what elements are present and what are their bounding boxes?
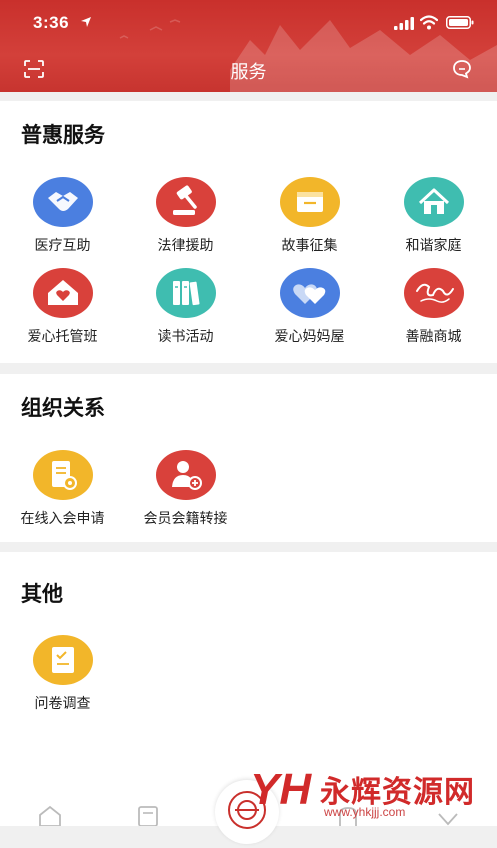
message-icon[interactable] bbox=[452, 59, 472, 79]
section-title: 其他 bbox=[21, 582, 63, 606]
folder-icon bbox=[279, 177, 340, 227]
wifi-icon bbox=[420, 15, 438, 30]
service-label: 和谐家庭 bbox=[405, 238, 462, 254]
page-title: 服务 bbox=[230, 62, 267, 83]
watermark: YH 永辉资源网 www.yhkjjj.com bbox=[250, 765, 490, 825]
other-label: 问卷调查 bbox=[34, 696, 91, 712]
cellular-signal-icon bbox=[394, 17, 414, 30]
heart-house-icon bbox=[32, 268, 93, 318]
news-tab-icon[interactable] bbox=[135, 804, 161, 826]
service-label: 医疗互助 bbox=[34, 238, 91, 254]
org-label: 会员会籍转接 bbox=[143, 511, 228, 527]
watermark-logo: YH bbox=[250, 765, 312, 814]
header: 3:36 服务 bbox=[0, 0, 497, 92]
service-label: 法律援助 bbox=[157, 238, 214, 254]
survey-icon bbox=[32, 635, 93, 685]
section-other: 其他 问卷调查 bbox=[0, 552, 497, 796]
section-puhui: 普惠服务 医疗互助 法律援助 故事征集 和谐家庭 爱心托管班 读书活动 爱心妈妈… bbox=[0, 101, 497, 363]
books-icon bbox=[155, 268, 216, 318]
service-label: 爱心托管班 bbox=[27, 329, 98, 345]
service-item-legal[interactable]: 法律援助 bbox=[124, 176, 247, 255]
service-item-care-class[interactable]: 爱心托管班 bbox=[1, 267, 124, 346]
watermark-url: www.yhkjjj.com bbox=[324, 805, 406, 819]
service-item-story[interactable]: 故事征集 bbox=[248, 176, 371, 255]
service-label: 读书活动 bbox=[157, 329, 214, 345]
service-label: 善融商城 bbox=[405, 329, 462, 345]
service-item-mom-house[interactable]: 爱心妈妈屋 bbox=[248, 267, 371, 346]
application-form-icon bbox=[32, 450, 93, 500]
add-member-icon bbox=[155, 450, 216, 500]
hearts-icon bbox=[279, 268, 340, 318]
section-title: 普惠服务 bbox=[21, 123, 105, 147]
house-icon bbox=[403, 177, 464, 227]
shanrong-logo-icon bbox=[403, 268, 464, 318]
org-label: 在线入会申请 bbox=[20, 511, 105, 527]
status-bar: 3:36 bbox=[0, 0, 497, 48]
home-tab-icon[interactable] bbox=[37, 804, 63, 826]
service-item-reading[interactable]: 读书活动 bbox=[124, 267, 247, 346]
battery-icon bbox=[446, 16, 474, 29]
service-item-mall[interactable]: 善融商城 bbox=[372, 267, 495, 346]
service-item-family[interactable]: 和谐家庭 bbox=[372, 176, 495, 255]
gavel-icon bbox=[155, 177, 216, 227]
handshake-icon bbox=[32, 177, 93, 227]
service-item-medical[interactable]: 医疗互助 bbox=[1, 176, 124, 255]
location-arrow-icon bbox=[81, 17, 91, 27]
status-time: 3:36 bbox=[33, 13, 70, 32]
service-label: 故事征集 bbox=[281, 238, 338, 254]
other-item-survey[interactable]: 问卷调查 bbox=[1, 634, 124, 713]
org-item-apply[interactable]: 在线入会申请 bbox=[1, 449, 124, 528]
service-label: 爱心妈妈屋 bbox=[274, 329, 345, 345]
section-org: 组织关系 在线入会申请 会员会籍转接 bbox=[0, 374, 497, 542]
section-title: 组织关系 bbox=[21, 396, 105, 420]
org-item-transfer[interactable]: 会员会籍转接 bbox=[124, 449, 247, 528]
nav-bar: 服务 bbox=[0, 48, 497, 92]
